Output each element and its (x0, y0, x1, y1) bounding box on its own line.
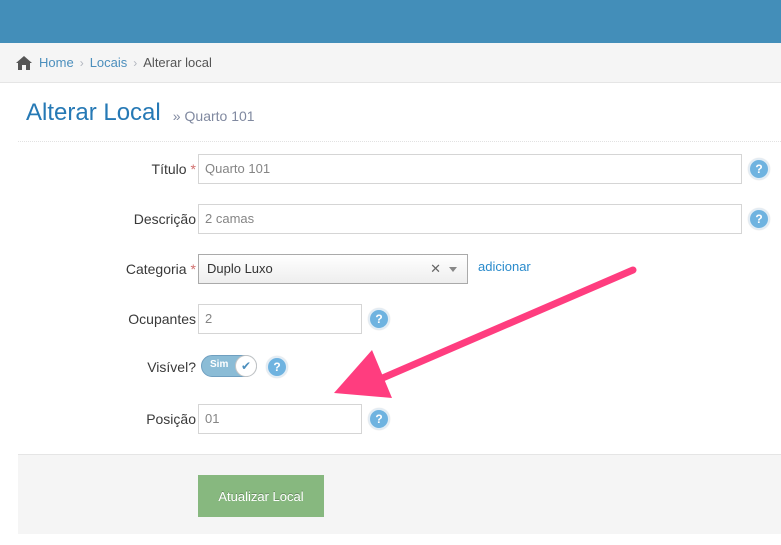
titulo-label: Título * (152, 154, 196, 184)
page-subtitle: » Quarto 101 (173, 108, 255, 124)
help-icon[interactable]: ? (368, 308, 390, 330)
caret-down-icon[interactable] (449, 267, 457, 272)
chevron-right-icon: › (79, 55, 84, 70)
chevron-right-icon: › (133, 55, 138, 70)
form-actions: Atualizar Local (18, 454, 781, 534)
clear-icon[interactable]: ✕ (430, 255, 441, 283)
top-navbar (0, 0, 781, 43)
form-row-categoria: Categoria * Duplo Luxo ✕ adicionar (18, 254, 781, 284)
categoria-select[interactable]: Duplo Luxo ✕ (198, 254, 468, 284)
descricao-input[interactable]: 2 camas (198, 204, 742, 234)
page-subtitle-text: Quarto 101 (184, 107, 255, 124)
required-marker: * (190, 161, 196, 177)
help-icon[interactable]: ? (266, 356, 288, 378)
home-icon (15, 55, 33, 71)
ocupantes-input[interactable]: 2 (198, 304, 362, 334)
help-icon[interactable]: ? (748, 158, 770, 180)
breadcrumb: Home › Locais › Alterar local (0, 43, 781, 83)
help-icon[interactable]: ? (368, 408, 390, 430)
form-row-titulo: Título * Quarto 101 ? (18, 154, 781, 184)
posicao-input[interactable]: 01 (198, 404, 362, 434)
categoria-select-value: Duplo Luxo (207, 261, 273, 276)
required-marker: * (190, 261, 196, 277)
page-title: Alterar Local (26, 98, 161, 126)
toggle-on-text: Sim (210, 359, 229, 370)
posicao-label: Posição (146, 411, 196, 427)
double-chevron-right-icon: » (172, 107, 181, 124)
atualizar-local-button[interactable]: Atualizar Local (198, 475, 324, 517)
form-row-posicao: Posição 01 ? (18, 404, 781, 434)
ocupantes-label: Ocupantes (128, 311, 196, 327)
add-categoria-link[interactable]: adicionar (478, 254, 531, 280)
page-header: Alterar Local » Quarto 101 (18, 84, 781, 142)
breadcrumb-current: Alterar local (143, 55, 212, 70)
titulo-input[interactable]: Quarto 101 (198, 154, 742, 184)
help-icon[interactable]: ? (748, 208, 770, 230)
descricao-label: Descrição (133, 211, 196, 227)
breadcrumb-locais-link[interactable]: Locais (90, 55, 128, 70)
titulo-label-text: Título (151, 161, 187, 177)
form-row-ocupantes: Ocupantes 2 ? (18, 304, 781, 334)
form-row-descricao: Descrição 2 camas ? (18, 204, 781, 234)
form-row-visivel: Visível? Sim ✔ ? (18, 352, 781, 382)
visivel-toggle[interactable]: Sim ✔ (201, 355, 257, 377)
check-icon: ✔ (235, 355, 257, 377)
visivel-label: Visível? (147, 359, 196, 375)
breadcrumb-home-link[interactable]: Home (39, 55, 74, 70)
categoria-label: Categoria * (126, 254, 196, 284)
categoria-label-text: Categoria (125, 261, 187, 277)
